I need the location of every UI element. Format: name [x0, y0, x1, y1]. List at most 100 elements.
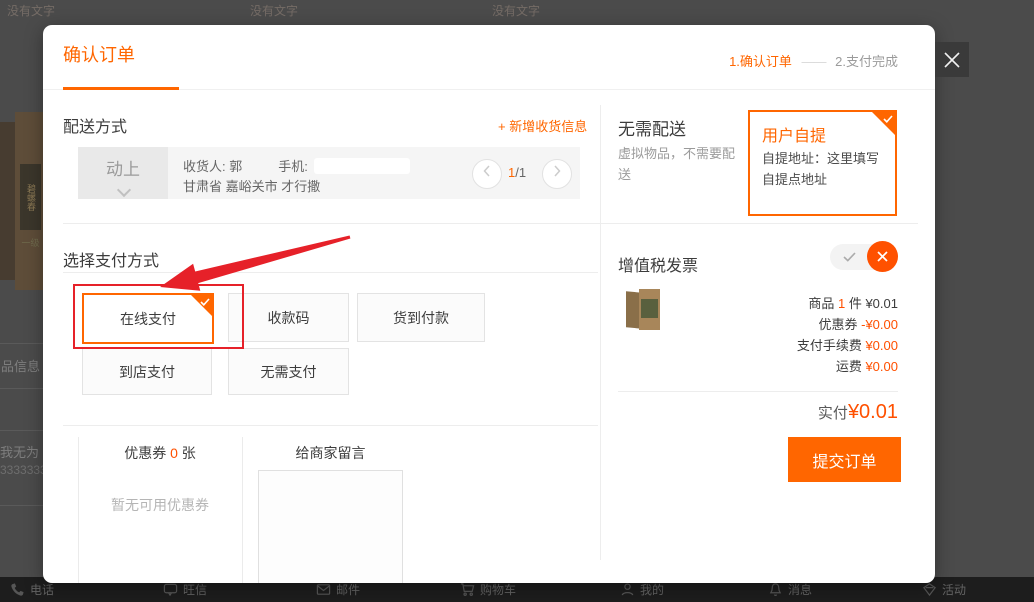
summary-shipping-line: 运费 ¥0.00 — [618, 356, 898, 377]
bg-text: 品信息 — [1, 356, 40, 375]
total-line: 实付¥0.01 — [618, 401, 898, 424]
coupon-title: 优惠券 0 张 — [78, 443, 242, 463]
product-package-label: 碧螺春 — [20, 164, 41, 230]
goods-unit: 件 — [849, 296, 862, 311]
divider — [0, 505, 43, 506]
fee-value: ¥0.00 — [865, 338, 898, 353]
no-delivery-desc: 虚拟物品，不需要配送 — [618, 143, 740, 185]
page-total: 1 — [519, 165, 526, 180]
coupon-value: -¥0.00 — [861, 317, 898, 332]
total-label: 实付 — [818, 405, 848, 422]
toolbar-item-label: 旺信 — [183, 581, 207, 598]
chevron-left-icon — [483, 165, 491, 177]
divider — [600, 105, 601, 560]
bell-icon — [768, 582, 783, 597]
chevron-right-icon — [553, 165, 561, 177]
address-tag-label: 动上 — [106, 160, 140, 179]
invoice-off-button[interactable] — [867, 241, 898, 272]
close-icon — [942, 50, 962, 70]
close-button[interactable] — [935, 42, 969, 77]
divider — [242, 437, 243, 583]
coupon-count: 0 — [170, 445, 178, 461]
step-confirm-order: 1.确认订单 — [729, 54, 792, 69]
coupon-word: 优惠券 — [124, 445, 166, 461]
payment-option-label: 到店支付 — [119, 362, 175, 382]
x-icon — [876, 250, 889, 263]
coupon-empty-text: 暂无可用优惠券 — [78, 495, 242, 515]
merchant-message-input[interactable] — [258, 470, 403, 583]
payment-option-nopay[interactable]: 无需支付 — [228, 348, 349, 395]
prev-address-button[interactable] — [472, 159, 502, 189]
payment-heading: 选择支付方式 — [63, 247, 159, 271]
payment-option-qrcode[interactable]: 收款码 — [228, 293, 349, 342]
address-card[interactable]: 动上 收货人: 郭 手机: 甘肃省 嘉峪关市 才行撒 1/1 — [78, 147, 580, 199]
user-pickup-option[interactable]: 用户自提 自提地址：这里填写自提点地址 — [748, 110, 897, 216]
modal-title: 确认订单 — [63, 41, 135, 67]
toolbar-item-label: 购物车 — [480, 581, 516, 598]
invoice-heading: 增值税发票 — [618, 252, 698, 276]
goods-count: 1 — [838, 296, 845, 311]
divider — [0, 343, 43, 344]
summary-goods-line: 商品 1 件 ¥0.01 — [618, 293, 898, 314]
address-text: 甘肃省 嘉峪关市 才行撒 — [183, 176, 320, 195]
receiver-label: 收货人: 郭 — [183, 156, 242, 175]
goods-label: 商品 — [808, 296, 834, 311]
payment-option-instore[interactable]: 到店支付 — [82, 348, 212, 395]
mail-icon — [316, 582, 331, 597]
delivery-heading: 配送方式 — [63, 113, 127, 137]
step-connector: —— — [802, 54, 826, 69]
toolbar-item-label: 消息 — [788, 581, 812, 598]
toolbar-item-label: 活动 — [942, 581, 966, 598]
toolbar-item-label: 我的 — [640, 581, 664, 598]
coupon-label: 优惠券 — [818, 317, 857, 332]
title-underline — [63, 87, 179, 90]
chevron-down-icon — [117, 183, 131, 197]
check-icon — [883, 115, 893, 123]
divider — [63, 425, 598, 426]
activity-icon — [922, 582, 937, 597]
submit-order-button[interactable]: 提交订单 — [788, 437, 901, 482]
invoice-toggle[interactable] — [830, 244, 896, 270]
divider — [0, 388, 43, 389]
phone-icon — [10, 582, 25, 597]
payment-option-label: 无需支付 — [261, 362, 317, 382]
summary-fee-line: 支付手续费 ¥0.00 — [618, 335, 898, 356]
steps: 1.确认订单 —— 2.支付完成 — [729, 51, 898, 70]
user-icon — [620, 582, 635, 597]
address-tag[interactable]: 动上 — [78, 147, 168, 199]
next-address-button[interactable] — [542, 159, 572, 189]
step-pay-complete: 2.支付完成 — [835, 54, 898, 69]
address-pagination: 1/1 — [508, 165, 526, 180]
product-image: 碧螺春 一级 — [0, 108, 45, 292]
bg-text: 无我无为 — [0, 442, 39, 461]
bg-text: 没有文字 — [250, 2, 298, 19]
add-address-link[interactable]: + 新增收货信息 — [498, 116, 587, 135]
pickup-title: 用户自提 — [762, 122, 826, 146]
goods-value: ¥0.01 — [865, 296, 898, 311]
bg-text: 没有文字 — [7, 2, 55, 19]
pickup-address: 自提地址：这里填写自提点地址 — [762, 148, 882, 190]
annotation-box — [73, 284, 244, 349]
phone-redacted — [314, 158, 410, 174]
total-value: ¥0.01 — [848, 401, 898, 423]
coupon-unit: 张 — [182, 445, 196, 461]
bg-text: 没有文字 — [492, 2, 540, 19]
summary-coupon-line: 优惠券 -¥0.00 — [618, 314, 898, 335]
no-delivery-option[interactable]: 无需配送 — [618, 115, 686, 140]
toolbar-item-label: 邮件 — [336, 581, 360, 598]
shipping-label: 运费 — [836, 359, 862, 374]
chat-icon — [163, 582, 178, 597]
divider — [63, 223, 918, 224]
product-package-grade: 一级 — [20, 236, 41, 252]
divider — [618, 391, 898, 392]
submit-order-label: 提交订单 — [812, 448, 876, 472]
check-icon[interactable] — [843, 252, 856, 262]
shipping-value: ¥0.00 — [865, 359, 898, 374]
divider — [63, 272, 598, 273]
fee-label: 支付手续费 — [797, 338, 862, 353]
address-receiver-line: 收货人: 郭 手机: — [183, 156, 410, 175]
payment-option-cod[interactable]: 货到付款 — [357, 293, 485, 342]
merchant-message-heading: 给商家留言 — [258, 443, 403, 463]
divider — [0, 430, 43, 431]
phone-label: 手机: — [278, 156, 308, 175]
